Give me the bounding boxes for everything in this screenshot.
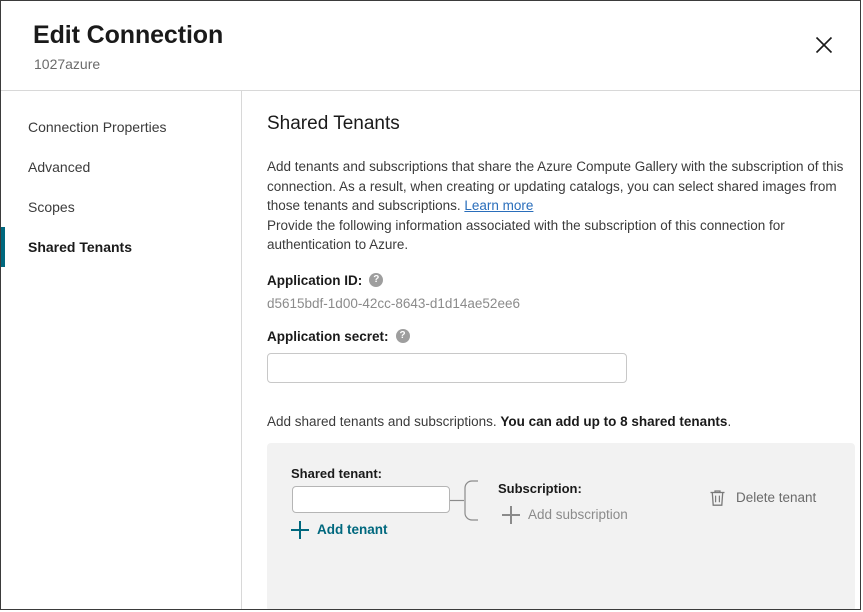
application-secret-input[interactable] [267,353,627,383]
application-id-field: Application ID: ? d5615bdf-1d00-42cc-864… [267,273,855,311]
description-text-part1: Add tenants and subscriptions that share… [267,159,843,213]
delete-tenant-label: Delete tenant [736,490,816,505]
application-id-label: Application ID: [267,273,362,288]
section-title: Shared Tenants [267,113,855,135]
add-subscription-button[interactable]: Add subscription [502,506,628,524]
help-icon[interactable]: ? [396,329,410,343]
application-secret-label: Application secret: [267,329,389,344]
sidebar: Connection Properties Advanced Scopes Sh… [1,91,242,610]
application-id-label-row: Application ID: ? [267,273,855,288]
sidebar-item-advanced[interactable]: Advanced [1,147,241,187]
add-tenants-hint-bold: You can add up to 8 shared tenants [500,414,727,429]
sidebar-item-label: Connection Properties [28,119,167,135]
main-content: Shared Tenants Add tenants and subscript… [242,91,861,610]
shared-tenant-label: Shared tenant: [291,466,382,481]
add-tenants-hint-end: . [727,414,731,429]
application-secret-field: Application secret: ? [267,329,855,383]
sidebar-item-scopes[interactable]: Scopes [1,187,241,227]
add-tenants-hint-normal: Add shared tenants and subscriptions. [267,414,500,429]
close-button[interactable] [802,23,846,67]
tenant-panel: Shared tenant: Subscription: Add subscri… [267,443,855,611]
sidebar-item-connection-properties[interactable]: Connection Properties [1,107,241,147]
add-subscription-label: Add subscription [528,507,628,522]
application-secret-label-row: Application secret: ? [267,329,855,344]
delete-tenant-button[interactable]: Delete tenant [709,489,816,507]
tenant-subscription-connector-icon [450,478,498,523]
add-tenant-button[interactable]: Add tenant [291,521,388,539]
section-description-2: Provide the following information associ… [267,216,855,255]
plus-icon [291,521,309,539]
learn-more-link[interactable]: Learn more [464,198,533,213]
section-description: Add tenants and subscriptions that share… [267,157,855,216]
add-tenants-hint: Add shared tenants and subscriptions. Yo… [267,414,855,429]
dialog-header: Edit Connection 1027azure [1,1,860,91]
dialog-body: Connection Properties Advanced Scopes Sh… [1,91,860,610]
edit-connection-dialog: Edit Connection 1027azure Connection Pro… [0,0,861,610]
page-title: Edit Connection [33,21,223,50]
sidebar-item-label: Advanced [28,159,90,175]
add-tenant-label: Add tenant [317,522,388,537]
shared-tenant-input[interactable] [292,486,450,513]
subscription-label: Subscription: [498,481,582,496]
application-id-value: d5615bdf-1d00-42cc-8643-d1d14ae52ee6 [267,296,855,311]
help-icon[interactable]: ? [369,273,383,287]
sidebar-item-label: Scopes [28,199,75,215]
sidebar-item-label: Shared Tenants [28,239,132,255]
trash-icon [709,489,726,507]
connection-name-subtitle: 1027azure [34,56,100,72]
close-icon [815,36,833,54]
sidebar-item-shared-tenants[interactable]: Shared Tenants [1,227,241,267]
plus-icon [502,506,520,524]
